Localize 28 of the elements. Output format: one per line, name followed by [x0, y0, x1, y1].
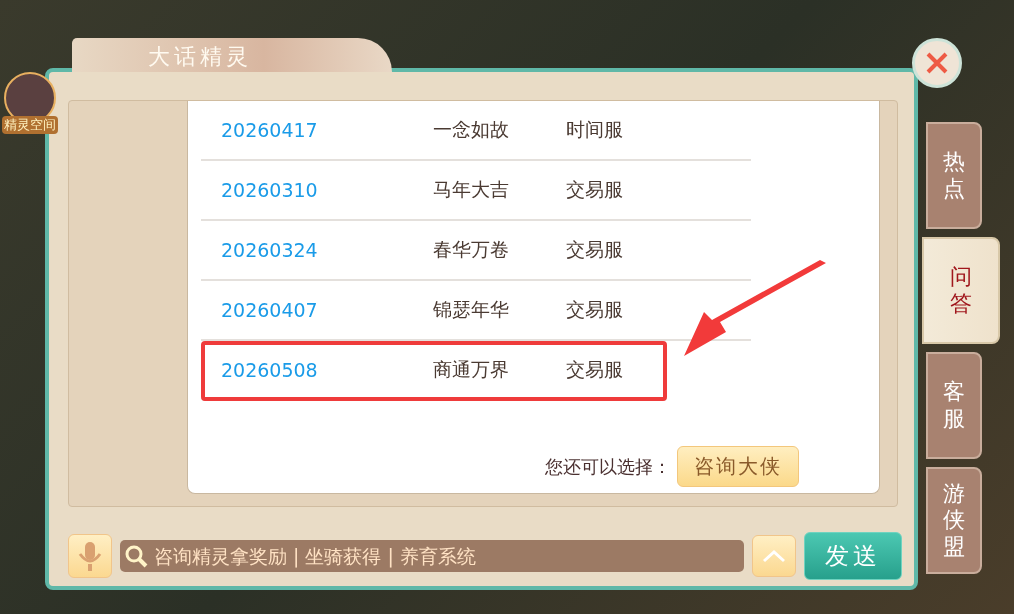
server-name: 交易服 — [566, 237, 623, 262]
window-title: 大话精灵 — [72, 38, 392, 72]
event-name: 春华万卷 — [433, 237, 510, 262]
side-tab[interactable]: 问答 — [922, 237, 1000, 344]
date-link[interactable]: 20260310 — [201, 179, 433, 201]
server-name: 交易服 — [566, 297, 623, 322]
ask-hero-button[interactable]: 咨询大侠 — [677, 446, 799, 487]
event-name: 马年大吉 — [433, 177, 510, 202]
search-icon — [124, 544, 148, 568]
side-tab[interactable]: 热点 — [926, 122, 982, 229]
close-icon — [925, 51, 949, 75]
date-link[interactable]: 20260417 — [201, 119, 433, 141]
server-name: 时间服 — [566, 117, 623, 142]
chat-input-field[interactable]: 咨询精灵拿奖励 | 坐骑获得 | 养育系统 — [120, 540, 744, 572]
side-tab[interactable]: 游侠盟 — [926, 467, 982, 574]
event-name: 商通万界 — [433, 357, 510, 382]
date-link[interactable]: 20260324 — [201, 239, 433, 261]
avatar-label[interactable]: 精灵空间 — [2, 116, 58, 134]
date-link[interactable]: 20260508 — [201, 359, 433, 381]
choice-prompt: 您还可以选择： — [545, 454, 671, 479]
server-name: 交易服 — [566, 357, 623, 382]
send-button[interactable]: 发送 — [804, 532, 902, 580]
side-tab[interactable]: 客服 — [926, 352, 982, 459]
caret-up-icon — [762, 549, 786, 563]
event-name: 锦瑟年华 — [433, 297, 510, 322]
date-link[interactable]: 20260407 — [201, 299, 433, 321]
server-name: 交易服 — [566, 177, 623, 202]
event-name: 一念如故 — [433, 117, 510, 142]
